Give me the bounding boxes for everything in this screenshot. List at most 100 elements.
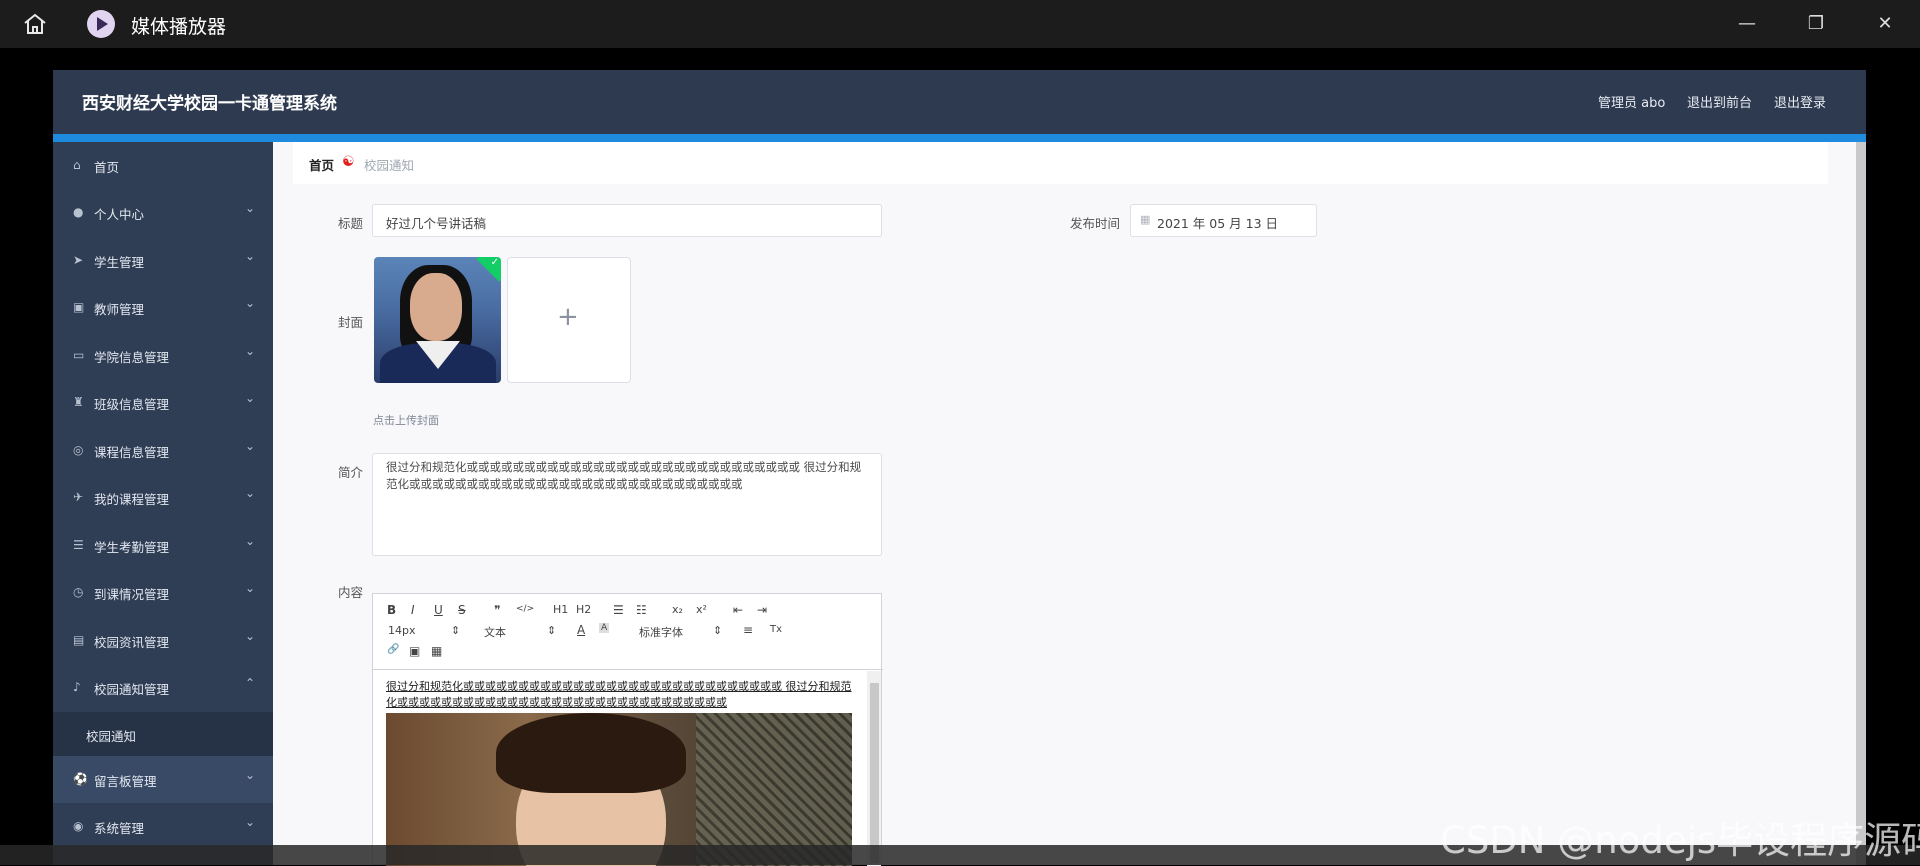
minimize-icon[interactable]: — (1734, 12, 1760, 36)
h1-button[interactable]: H1 (553, 603, 568, 616)
publish-time-picker[interactable]: ▦ 2021 年 05 月 13 日 (1130, 204, 1317, 237)
header-accent-bar (53, 134, 1866, 142)
title-input[interactable]: 好过几个号讲话稿 (372, 204, 882, 237)
image-button[interactable]: ▣ (409, 644, 420, 658)
main-scrollbar[interactable] (1856, 142, 1866, 865)
content-label: 内容 (338, 585, 364, 600)
logout-link[interactable]: 退出登录 (1774, 92, 1826, 111)
h2-button[interactable]: H2 (576, 603, 591, 616)
sidebar-item-class[interactable]: ♜ 班级信息管理 ⌄ (53, 379, 273, 426)
sidebar-item-label: 首页 (94, 160, 120, 175)
sidebar-subitem-label: 校园通知 (86, 729, 137, 744)
upload-cover-button[interactable]: + (507, 257, 631, 383)
sidebar-item-label: 教师管理 (94, 302, 145, 317)
chevron-down-icon: ⌄ (244, 629, 255, 643)
sidebar-item-label: 学生考勤管理 (94, 540, 170, 555)
italic-button[interactable]: I (411, 603, 415, 617)
chevron-down-icon: ⌄ (244, 486, 255, 500)
video-button[interactable]: ▦ (431, 644, 442, 658)
ordered-list-button[interactable]: ☰ (613, 603, 624, 617)
bullet-list-button[interactable]: ☷ (636, 603, 647, 617)
code-button[interactable]: </> (516, 604, 534, 614)
sidebar-item-home[interactable]: ⌂ 首页 (53, 142, 273, 189)
underline-button[interactable]: U (434, 603, 443, 617)
check-icon: ✓ (490, 257, 499, 268)
chevron-down-icon: ⌄ (244, 768, 255, 782)
app-title: 西安财经大学校园一卡通管理系统 (82, 94, 337, 114)
clean-format-button[interactable]: Tx (770, 624, 782, 635)
chevron-down-icon: ⌄ (244, 296, 255, 310)
strike-button[interactable]: S (458, 603, 466, 617)
sidebar-item-message-board[interactable]: ⚽ 留言板管理 ⌄ (53, 756, 273, 803)
sidebar-item-attendance[interactable]: ☰ 学生考勤管理 ⌄ (53, 522, 273, 569)
to-front-link[interactable]: 退出到前台 (1687, 92, 1752, 111)
sidebar-item-personal-center[interactable]: ● 个人中心 ⌄ (53, 189, 273, 236)
chevron-down-icon: ⌄ (244, 815, 255, 829)
user-label: 管理员 abo (1598, 96, 1666, 111)
breadcrumb-current: 校园通知 (364, 158, 415, 173)
sidebar-item-label: 个人中心 (94, 207, 145, 222)
font-family-select[interactable]: 标准字体 (639, 624, 683, 640)
plus-icon: + (557, 302, 579, 332)
editor-content[interactable]: 很过分和规范化或或或或或或或或或或或或或或或或或或或或或或或或或或或或或 很过分… (373, 671, 868, 866)
publish-time-value: 2021 年 05 月 13 日 (1157, 216, 1278, 231)
quote-button[interactable]: ❞ (494, 603, 500, 617)
sidebar-item-label: 学院信息管理 (94, 350, 170, 365)
editor-scrollbar-thumb[interactable] (870, 683, 879, 863)
sidebar-item-label: 学生管理 (94, 255, 145, 270)
send-icon: ➤ (73, 253, 84, 267)
breadcrumb: 首页 ☯ 校园通知 (293, 142, 1828, 184)
title-input-value: 好过几个号讲话稿 (386, 216, 487, 231)
editor-scrollbar[interactable] (867, 671, 881, 866)
monitor-icon: ▭ (73, 348, 85, 362)
player-title: 媒体播放器 (131, 16, 227, 38)
image-hair (496, 713, 686, 793)
sidebar-item-campus-notice[interactable]: ♪ 校园通知管理 ⌃ (53, 664, 273, 711)
sidebar-item-campus-news[interactable]: ▤ 校园资讯管理 ⌄ (53, 617, 273, 664)
align-button[interactable]: ≡ (743, 623, 753, 637)
home-icon[interactable] (22, 12, 48, 36)
rich-text-editor: B I U S ❞ </> H1 H2 ☰ ☷ x₂ x² ⇤ ⇥ 14px ⇕… (372, 593, 883, 866)
font-color-button[interactable]: A (577, 623, 585, 637)
breadcrumb-home[interactable]: 首页 (309, 155, 334, 174)
outdent-button[interactable]: ⇤ (733, 603, 743, 617)
editor-toolbar: B I U S ❞ </> H1 H2 ☰ ☷ x₂ x² ⇤ ⇥ 14px ⇕… (373, 594, 883, 670)
paper-plane-icon: ✈ (73, 490, 84, 504)
home-icon: ⌂ (73, 158, 81, 172)
sidebar-item-teachers[interactable]: ▣ 教师管理 ⌄ (53, 284, 273, 331)
link-button[interactable]: 🔗 (387, 644, 399, 655)
restore-icon[interactable]: ❐ (1803, 12, 1829, 36)
bold-button[interactable]: B (387, 603, 396, 617)
sidebar-subitem-campus-notice[interactable]: 校园通知 (53, 712, 273, 756)
indent-button[interactable]: ⇥ (757, 603, 767, 617)
editor-content-text: 很过分和规范化或或或或或或或或或或或或或或或或或或或或或或或或或或或或或 很过分… (386, 680, 852, 709)
title-label: 标题 (338, 216, 364, 231)
intro-textarea[interactable]: 很过分和规范化或或或或或或或或或或或或或或或或或或或或或或或或或或或或或 很过分… (372, 453, 882, 556)
breadcrumb-separator-icon: ☯ (342, 154, 355, 170)
chevron-down-icon: ⌄ (244, 391, 255, 405)
publish-time-label: 发布时间 (1070, 216, 1121, 231)
web-app: 西安财经大学校园一卡通管理系统 管理员 abo 退出到前台 退出登录 ⌂ 首页 … (53, 70, 1866, 865)
close-icon[interactable]: ✕ (1872, 12, 1898, 36)
sidebar-item-label: 留言板管理 (94, 774, 157, 789)
sidebar-item-my-course[interactable]: ✈ 我的课程管理 ⌄ (53, 474, 273, 521)
compass-icon: ◉ (73, 819, 84, 833)
chevron-up-icon: ⌃ (244, 676, 255, 690)
editor-content-image (386, 713, 852, 866)
sidebar-item-label: 到课情况管理 (94, 587, 170, 602)
chevron-down-icon: ⌄ (244, 344, 255, 358)
sidebar-item-course[interactable]: ◎ 课程信息管理 ⌄ (53, 427, 273, 474)
sidebar-item-college[interactable]: ▭ 学院信息管理 ⌄ (53, 332, 273, 379)
chevron-updown-icon: ⇕ (451, 624, 461, 637)
paragraph-select[interactable]: 文本 (484, 624, 506, 640)
sidebar-item-system[interactable]: ◉ 系统管理 ⌄ (53, 803, 273, 850)
sidebar-item-students[interactable]: ➤ 学生管理 ⌄ (53, 237, 273, 284)
image-background-net (696, 713, 852, 866)
background-color-button[interactable]: A (599, 623, 610, 633)
subscript-button[interactable]: x₂ (672, 603, 683, 616)
sidebar-item-class-presence[interactable]: ◷ 到课情况管理 ⌄ (53, 569, 273, 616)
cover-image[interactable]: ✓ (374, 257, 501, 383)
chevron-down-icon: ⌄ (244, 249, 255, 263)
font-size-select[interactable]: 14px (388, 624, 416, 637)
superscript-button[interactable]: x² (696, 603, 707, 616)
